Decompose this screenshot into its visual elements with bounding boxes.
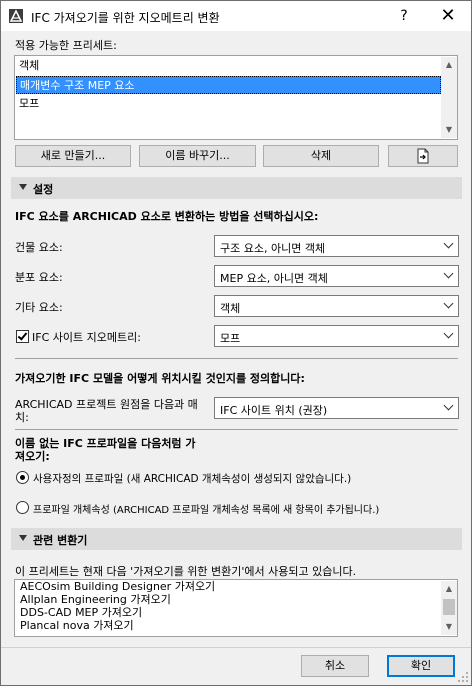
distribution-elements-label: 분포 요소: [15,271,63,284]
profile-property-label[interactable]: 프로파일 개체속성 (ARCHICAD 프로파일 개체속성 목록에 새 항목이 … [33,501,379,516]
window-title: IFC 가져오기를 위한 지오메트리 변환 [31,11,220,25]
site-geometry-dropdown[interactable]: 모프 [214,325,459,347]
other-elements-value: 객체 [220,302,241,315]
project-origin-dropdown[interactable]: IFC 사이트 위치 (권장) [214,397,459,419]
title-bar: IFC 가져오기를 위한 지오메트리 변환 ? ✕ [1,1,471,31]
chevron-down-icon [443,298,454,309]
building-elements-dropdown[interactable]: 구조 요소, 아니면 객체 [214,235,459,257]
translator-item: Plancal nova 가져오기 [20,619,134,632]
collapse-triangle-icon [19,184,27,190]
scrollbar-thumb[interactable] [443,599,455,615]
chevron-down-icon [443,400,454,411]
scroll-down-arrow-icon[interactable]: ▼ [441,122,457,138]
ok-button[interactable]: 확인 [387,655,455,677]
related-description: 이 프리세트는 현재 다음 '가져오기를 위한 변환기'에서 사용되고 있습니다… [15,565,357,578]
divider [15,358,458,359]
archicad-app-icon [9,9,23,23]
site-geometry-label: IFC 사이트 지오메트리: [32,331,141,344]
placement-heading: 가져오기한 IFC 모델을 어떻게 위치시킬 것인지를 정의합니다: [15,372,305,385]
translator-item: DDS-CAD MEP 가져오기 [20,606,143,619]
conversion-heading: IFC 요소를 ARCHICAD 요소로 변환하는 방법을 선택하십시오: [15,210,319,223]
scroll-up-arrow-icon[interactable]: ▲ [441,581,457,597]
translator-item: AECOsim Building Designer 가져오기 [20,580,216,593]
checkmark-icon [17,330,28,341]
custom-profile-label[interactable]: 사용자정의 프로파일 (새 ARCHICAD 개체속성이 생성되지 않았습니다.… [33,471,351,486]
distribution-elements-value: MEP 요소, 아니면 객체 [220,272,328,285]
rename-preset-button[interactable]: 이름 바꾸기... [139,145,256,167]
close-button[interactable]: ✕ [431,4,465,28]
other-elements-label: 기타 요소: [15,301,63,314]
divider [15,429,458,430]
building-elements-value: 구조 요소, 아니면 객체 [220,242,326,255]
site-geometry-value: 모프 [220,332,241,345]
building-elements-label: 건물 요소: [15,241,63,254]
related-translators-list[interactable]: AECOsim Building Designer 가져오기 Allplan E… [14,579,458,637]
translator-item: Allplan Engineering 가져오기 [20,593,171,606]
dialog-window: IFC 가져오기를 위한 지오메트리 변환 ? ✕ 적용 가능한 프리세트: 객… [0,0,472,686]
presets-label: 적용 가능한 프리세트: [15,39,117,52]
profiles-heading-line2: 져오기: [15,450,50,463]
new-preset-button[interactable]: 새로 만들기... [15,145,131,167]
presets-list[interactable]: 객체 매개변수 구조 MEP 요소 모프 ▲ ▼ [14,55,458,140]
chevron-down-icon [443,268,454,279]
other-elements-dropdown[interactable]: 객체 [214,295,459,317]
export-file-icon [417,148,429,164]
preset-item-morph[interactable]: 모프 [16,95,440,113]
presets-scrollbar[interactable]: ▲ ▼ [441,57,457,138]
related-section-label: 관련 변환기 [33,534,88,547]
chevron-down-icon [443,238,454,249]
preset-item-parametric-mep[interactable]: 매개변수 구조 MEP 요소 [16,76,441,94]
preset-item-object[interactable]: 객체 [16,57,440,75]
custom-profile-radio[interactable] [16,471,29,484]
footer-divider [1,647,471,648]
project-origin-value: IFC 사이트 위치 (권장) [220,404,328,417]
origin-label-line1: ARCHICAD 프로젝트 원점을 다음과 매 [15,398,198,411]
profile-property-radio[interactable] [16,501,29,514]
chevron-down-icon [443,328,454,339]
scroll-up-arrow-icon[interactable]: ▲ [441,57,457,73]
delete-preset-button[interactable]: 삭제 [263,145,379,167]
radio-selected-dot-icon [20,475,25,480]
help-button[interactable]: ? [387,4,421,28]
site-geometry-checkbox[interactable] [16,330,29,343]
translators-scrollbar[interactable]: ▲ ▼ [441,581,457,635]
collapse-triangle-icon [19,535,27,541]
cancel-button[interactable]: 취소 [301,655,369,677]
scroll-down-arrow-icon[interactable]: ▼ [441,619,457,635]
resize-grip-icon[interactable] [457,671,469,683]
distribution-elements-dropdown[interactable]: MEP 요소, 아니면 객체 [214,265,459,287]
export-preset-button[interactable] [388,145,458,167]
settings-section-label: 설정 [33,183,54,196]
settings-section-header[interactable]: 설정 [11,177,462,199]
related-section-header[interactable]: 관련 변환기 [11,528,462,550]
origin-label-line2: 치: [15,411,29,424]
